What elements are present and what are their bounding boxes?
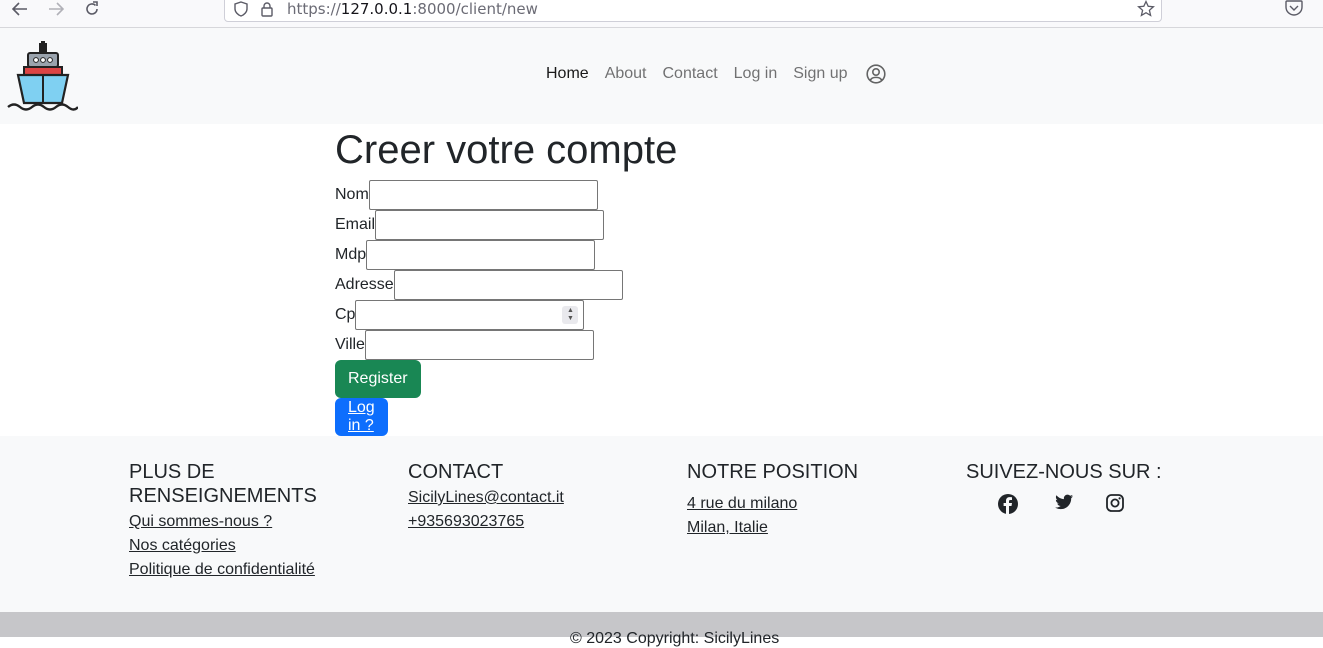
cp-label: Cp — [335, 306, 356, 323]
mdp-label: Mdp — [335, 246, 367, 263]
footer-link-about-us[interactable]: Qui sommes-nous ? — [129, 510, 359, 534]
main-nav: Home About Contact Log in Sign up — [546, 64, 886, 84]
instagram-icon[interactable] — [1106, 494, 1126, 514]
footer-heading-social: SUIVEZ-NOUS SUR : — [966, 461, 1162, 483]
social-links — [998, 494, 1126, 514]
email-label: Email — [335, 216, 376, 233]
forward-arrow-icon[interactable] — [44, 0, 68, 18]
nav-about[interactable]: About — [605, 65, 647, 83]
mdp-input[interactable] — [366, 240, 596, 270]
email-row: Email — [335, 210, 605, 240]
lock-icon[interactable] — [259, 1, 275, 17]
nav-contact[interactable]: Contact — [663, 65, 718, 83]
adresse-row: Adresse — [335, 270, 623, 300]
site-footer: PLUS DE RENSEIGNEMENTS Qui sommes-nous ?… — [0, 436, 1323, 612]
cp-field-wrapper: ▲ ▼ — [355, 300, 585, 330]
footer-col-social: SUIVEZ-NOUS SUR : — [966, 460, 1162, 514]
login-link-button[interactable]: Log in ? — [335, 398, 388, 436]
footer-col-position: NOTRE POSITION 4 rue du milano Milan, It… — [687, 460, 858, 540]
footer-link-city[interactable]: Milan, Italie — [687, 516, 858, 540]
footer-heading-info: PLUS DE RENSEIGNEMENTS — [129, 461, 317, 507]
footer-heading-position: NOTRE POSITION — [687, 461, 859, 483]
nav-login[interactable]: Log in — [734, 65, 778, 83]
nom-input[interactable] — [368, 180, 598, 210]
footer-col-contact: CONTACT SicilyLines@contact.it +93569302… — [408, 460, 564, 534]
url-text: https://127.0.0.1:8000/client/new — [287, 0, 538, 18]
nav-signup[interactable]: Sign up — [793, 65, 847, 83]
nav-home[interactable]: Home — [546, 65, 589, 83]
adresse-input[interactable] — [393, 270, 623, 300]
footer-link-street[interactable]: 4 rue du milano — [687, 492, 858, 516]
ville-label: Ville — [335, 336, 365, 353]
mdp-row: Mdp — [335, 240, 596, 270]
browser-toolbar: https://127.0.0.1:8000/client/new — [0, 0, 1323, 28]
nom-label: Nom — [335, 186, 369, 203]
footer-link-privacy[interactable]: Politique de confidentialité — [129, 558, 359, 582]
copyright-bar: © 2023 Copyright: SicilyLines — [0, 612, 1323, 647]
facebook-icon[interactable] — [998, 494, 1018, 514]
cp-input[interactable] — [355, 300, 585, 330]
ville-input[interactable] — [364, 330, 594, 360]
page-title: Creer votre compte — [335, 128, 678, 172]
shield-icon[interactable] — [233, 1, 249, 17]
pocket-icon[interactable] — [1284, 0, 1304, 16]
bookmark-star-icon[interactable] — [1137, 0, 1155, 18]
footer-heading-contact: CONTACT — [408, 461, 504, 483]
nom-row: Nom — [335, 180, 598, 210]
email-input[interactable] — [375, 210, 605, 240]
number-stepper-icon[interactable]: ▲ ▼ — [562, 306, 579, 324]
ship-logo[interactable] — [6, 41, 79, 113]
reload-icon[interactable] — [80, 0, 104, 18]
copyright-text: © 2023 Copyright: SicilyLines — [570, 630, 780, 647]
register-button[interactable]: Register — [335, 360, 421, 398]
user-circle-icon[interactable] — [865, 64, 886, 84]
footer-link-email[interactable]: SicilyLines@contact.it — [408, 486, 564, 510]
twitter-icon[interactable] — [1055, 494, 1075, 514]
footer-link-categories[interactable]: Nos catégories — [129, 534, 359, 558]
footer-col-info: PLUS DE RENSEIGNEMENTS Qui sommes-nous ?… — [129, 460, 359, 582]
adresse-label: Adresse — [335, 276, 394, 293]
ville-row: Ville — [335, 330, 594, 360]
back-arrow-icon[interactable] — [8, 0, 32, 18]
address-bar[interactable]: https://127.0.0.1:8000/client/new — [224, 0, 1162, 22]
footer-link-phone[interactable]: +935693023765 — [408, 510, 564, 534]
cp-row: Cp ▲ ▼ — [335, 300, 585, 330]
site-header: Home About Contact Log in Sign up — [0, 28, 1323, 124]
